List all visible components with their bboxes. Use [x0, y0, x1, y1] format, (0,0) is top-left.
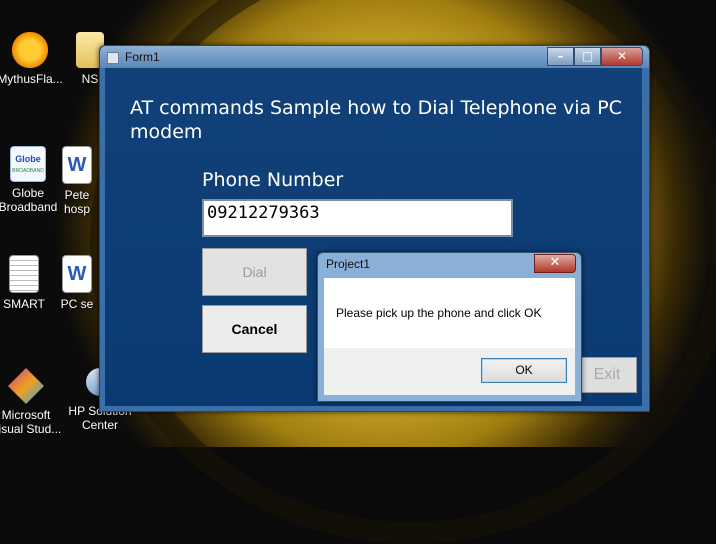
word-document-icon: W: [62, 146, 92, 184]
message-box-title: Project1: [326, 257, 371, 271]
desktop-icon-label: Microsoft Visual Stud...: [0, 408, 62, 436]
visual-studio-icon: [8, 368, 44, 404]
maximize-button[interactable]: □: [574, 47, 601, 66]
app-window-icon: [107, 52, 119, 64]
form1-title: Form1: [125, 50, 160, 64]
phone-number-input[interactable]: 09212279363: [202, 199, 513, 237]
sun-smiley-icon: [12, 32, 48, 68]
caption-buttons: – □ ✕: [547, 47, 643, 66]
phone-number-label: Phone Number: [202, 169, 344, 191]
cancel-button[interactable]: Cancel: [202, 305, 307, 353]
form1-titlebar[interactable]: Form1 – □ ✕: [100, 46, 649, 68]
desktop-icon-pc[interactable]: W PC se: [52, 255, 102, 311]
globe-badge-text: Globe: [15, 154, 41, 164]
desktop-icon-label: NS: [81, 72, 99, 86]
desktop-icon-label: Pete hosp: [63, 188, 91, 216]
desktop-icon-label: PC se: [60, 297, 94, 311]
exit-button[interactable]: Exit: [577, 357, 637, 393]
broadband-badge-text: BROADBAND: [12, 168, 44, 174]
text-file-icon: [9, 255, 39, 293]
desktop-icon-label: Globe Broadband: [0, 186, 58, 214]
desktop-icon-label: SMART: [3, 297, 45, 311]
close-button[interactable]: ✕: [601, 47, 643, 66]
dial-button[interactable]: Dial: [202, 248, 307, 296]
desktop-icon-visual-studio[interactable]: Microsoft Visual Stud...: [0, 368, 66, 436]
form-heading: AT commands Sample how to Dial Telephone…: [130, 97, 622, 143]
message-text: Please pick up the phone and click OK: [336, 306, 542, 320]
project1-message-box: Project1 ✕ Please pick up the phone and …: [317, 252, 582, 402]
message-box-close-button[interactable]: ✕: [534, 254, 576, 273]
word-document-icon: W: [62, 255, 92, 293]
minimize-button[interactable]: –: [547, 47, 574, 66]
ok-button[interactable]: OK: [481, 358, 567, 383]
globe-broadband-icon: Globe BROADBAND: [10, 146, 46, 182]
desktop-icon-pete[interactable]: W Pete hosp: [52, 146, 102, 216]
message-box-body: Please pick up the phone and click OK OK: [324, 278, 575, 395]
